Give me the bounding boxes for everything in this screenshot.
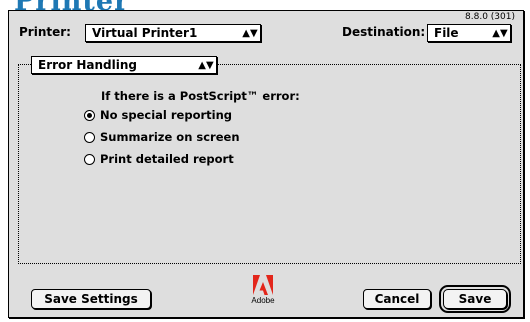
radio-no-special-reporting[interactable]: No special reporting <box>84 108 232 122</box>
radio-print-detailed-report[interactable]: Print detailed report <box>84 152 234 166</box>
destination-popup[interactable]: File ▲▼ <box>427 24 511 42</box>
adobe-logo-text: Adobe <box>251 296 275 305</box>
radio-label: Summarize on screen <box>100 130 240 144</box>
popup-arrows-icon: ▲▼ <box>198 59 214 71</box>
section-popup[interactable]: Error Handling ▲▼ <box>31 56 217 74</box>
radio-label: No special reporting <box>100 108 233 122</box>
save-button[interactable]: Save <box>439 285 511 313</box>
section-value: Error Handling <box>38 58 138 72</box>
radio-button-selected[interactable] <box>84 109 95 121</box>
destination-label: Destination: <box>342 25 426 39</box>
save-settings-button[interactable]: Save Settings <box>31 289 151 309</box>
version-label: 8.8.0 (301) <box>465 12 515 22</box>
radio-summarize-on-screen[interactable]: Summarize on screen <box>84 130 240 144</box>
printer-popup[interactable]: Virtual Printer1 ▲▼ <box>85 24 261 42</box>
radio-button[interactable] <box>84 153 95 165</box>
print-dialog: 8.8.0 (301) Printer: Virtual Printer1 ▲▼… <box>8 10 524 318</box>
popup-arrows-icon: ▲▼ <box>492 27 508 39</box>
radio-label: Print detailed report <box>100 152 234 166</box>
postscript-error-prompt: If there is a PostScript™ error: <box>101 89 300 103</box>
printer-label: Printer: <box>19 25 71 39</box>
radio-button[interactable] <box>84 131 95 143</box>
cancel-button[interactable]: Cancel <box>363 289 431 309</box>
printer-value: Virtual Printer1 <box>92 26 198 40</box>
popup-arrows-icon: ▲▼ <box>242 27 258 39</box>
adobe-mark-icon <box>253 275 273 295</box>
destination-value: File <box>434 26 459 40</box>
adobe-logo-icon: Adobe <box>250 275 276 313</box>
